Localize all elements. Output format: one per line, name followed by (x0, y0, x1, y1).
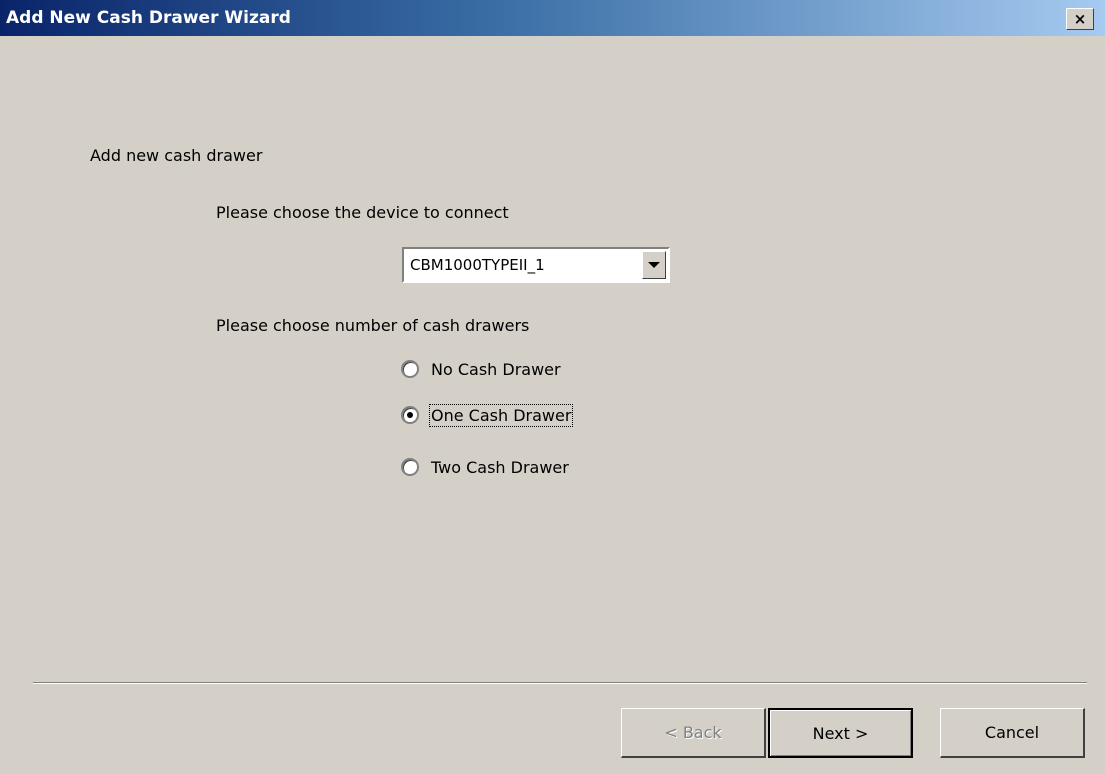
back-button[interactable]: < Back (621, 708, 766, 758)
radio-button-checked[interactable] (401, 406, 419, 424)
radio-one-cash-drawer[interactable]: One Cash Drawer (401, 403, 574, 427)
device-select-value: CBM1000TYPEII_1 (410, 256, 545, 274)
radio-label: No Cash Drawer (431, 359, 561, 379)
page-heading: Add new cash drawer (90, 146, 263, 165)
cancel-button-label: Cancel (984, 723, 1040, 742)
close-icon: × (1073, 9, 1087, 28)
dropdown-button[interactable] (642, 251, 666, 279)
radio-label: One Cash Drawer (428, 403, 574, 427)
radio-label: Two Cash Drawer (431, 457, 569, 477)
radio-button[interactable] (401, 458, 419, 476)
radio-no-cash-drawer[interactable]: No Cash Drawer (401, 357, 561, 381)
close-button[interactable]: × (1066, 8, 1094, 30)
separator (33, 682, 1087, 684)
next-button-label: Next > (812, 723, 869, 743)
radio-button[interactable] (401, 360, 419, 378)
cancel-button[interactable]: Cancel (940, 708, 1085, 758)
back-button-label: < Back (664, 723, 722, 742)
window-title: Add New Cash Drawer Wizard (6, 8, 291, 28)
chevron-down-icon (648, 262, 660, 268)
title-bar: Add New Cash Drawer Wizard × (0, 0, 1105, 36)
drawers-label: Please choose number of cash drawers (216, 316, 530, 335)
device-label: Please choose the device to connect (216, 203, 509, 222)
device-select[interactable]: CBM1000TYPEII_1 (402, 247, 670, 283)
next-button[interactable]: Next > (768, 708, 913, 758)
radio-two-cash-drawer[interactable]: Two Cash Drawer (401, 455, 569, 479)
